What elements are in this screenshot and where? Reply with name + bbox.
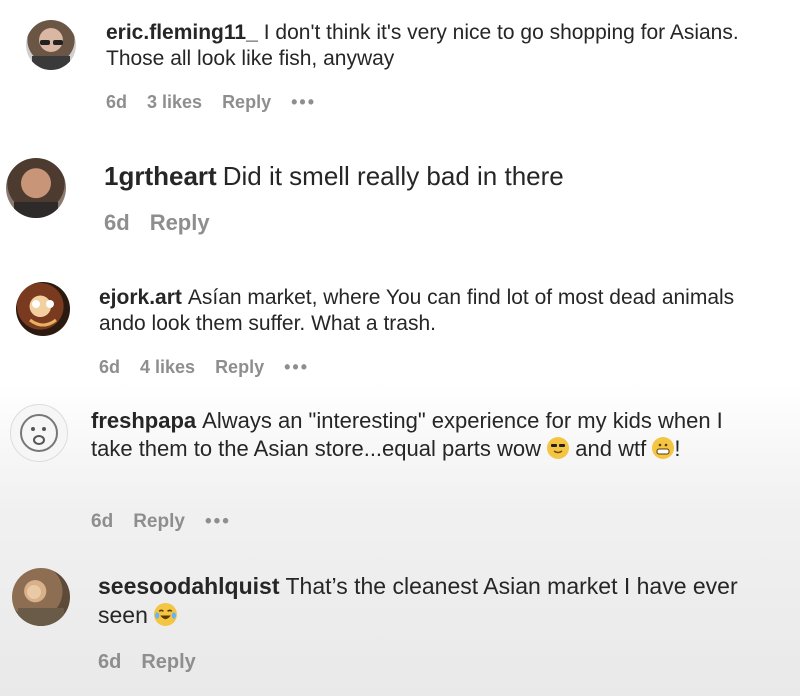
timestamp: 6d <box>106 92 128 112</box>
comment-text: freshpapa Always an "interesting" experie… <box>91 408 723 461</box>
sunglasses-face-emoji <box>547 436 570 459</box>
avatar-artwork-icon <box>29 300 57 327</box>
likes-count[interactable]: 3 likes <box>147 92 202 113</box>
avatar-portrait-icon <box>14 202 58 218</box>
comment-text: 1grtheart Did it smell really bad in ther… <box>104 161 564 191</box>
avatar[interactable] <box>16 282 70 336</box>
timestamp: 6d <box>91 511 114 532</box>
username[interactable]: ejork.art <box>99 286 182 309</box>
reply-button[interactable]: Reply <box>133 511 185 533</box>
more-options-icon[interactable]: ••• <box>291 92 316 113</box>
timestamp: 6d <box>104 210 130 235</box>
comment-text: ejork.art Asían market, where You can fin… <box>99 286 735 336</box>
comment-meta: 6d Reply <box>98 651 216 674</box>
grimacing-face-emoji <box>652 436 675 459</box>
avatar-portrait-icon <box>32 40 70 70</box>
username[interactable]: freshpapa <box>91 408 196 433</box>
username[interactable]: 1grtheart <box>104 161 217 191</box>
likes-count[interactable]: 4 likes <box>140 357 195 378</box>
comment-text: eric.fleming11_ I don't think it's very n… <box>106 21 739 71</box>
avatar[interactable] <box>26 20 76 70</box>
comment-text: seesoodahlquist That’s the cleanest Asian… <box>98 573 738 628</box>
comment-meta: 6d Reply <box>104 210 230 236</box>
avatar-photo-icon <box>18 585 64 626</box>
reply-button[interactable]: Reply <box>222 92 271 113</box>
more-options-icon[interactable]: ••• <box>284 357 309 378</box>
tears-of-joy-emoji <box>154 603 178 627</box>
username[interactable]: eric.fleming11_ <box>106 21 258 44</box>
comment-meta: 6d 3 likes Reply ••• <box>106 92 336 113</box>
reply-button[interactable]: Reply <box>141 651 195 674</box>
avatar[interactable] <box>6 158 66 218</box>
username[interactable]: seesoodahlquist <box>98 573 279 599</box>
more-options-icon[interactable]: ••• <box>205 511 231 533</box>
comment-meta: 6d 4 likes Reply ••• <box>99 357 329 378</box>
avatar[interactable] <box>12 568 70 626</box>
timestamp: 6d <box>99 357 121 377</box>
reply-button[interactable]: Reply <box>215 357 264 378</box>
timestamp: 6d <box>98 651 122 673</box>
reply-button[interactable]: Reply <box>150 210 210 236</box>
avatar[interactable] <box>10 404 68 462</box>
comment-meta: 6d Reply ••• <box>91 511 251 533</box>
avatar-sketch-icon <box>20 414 58 452</box>
